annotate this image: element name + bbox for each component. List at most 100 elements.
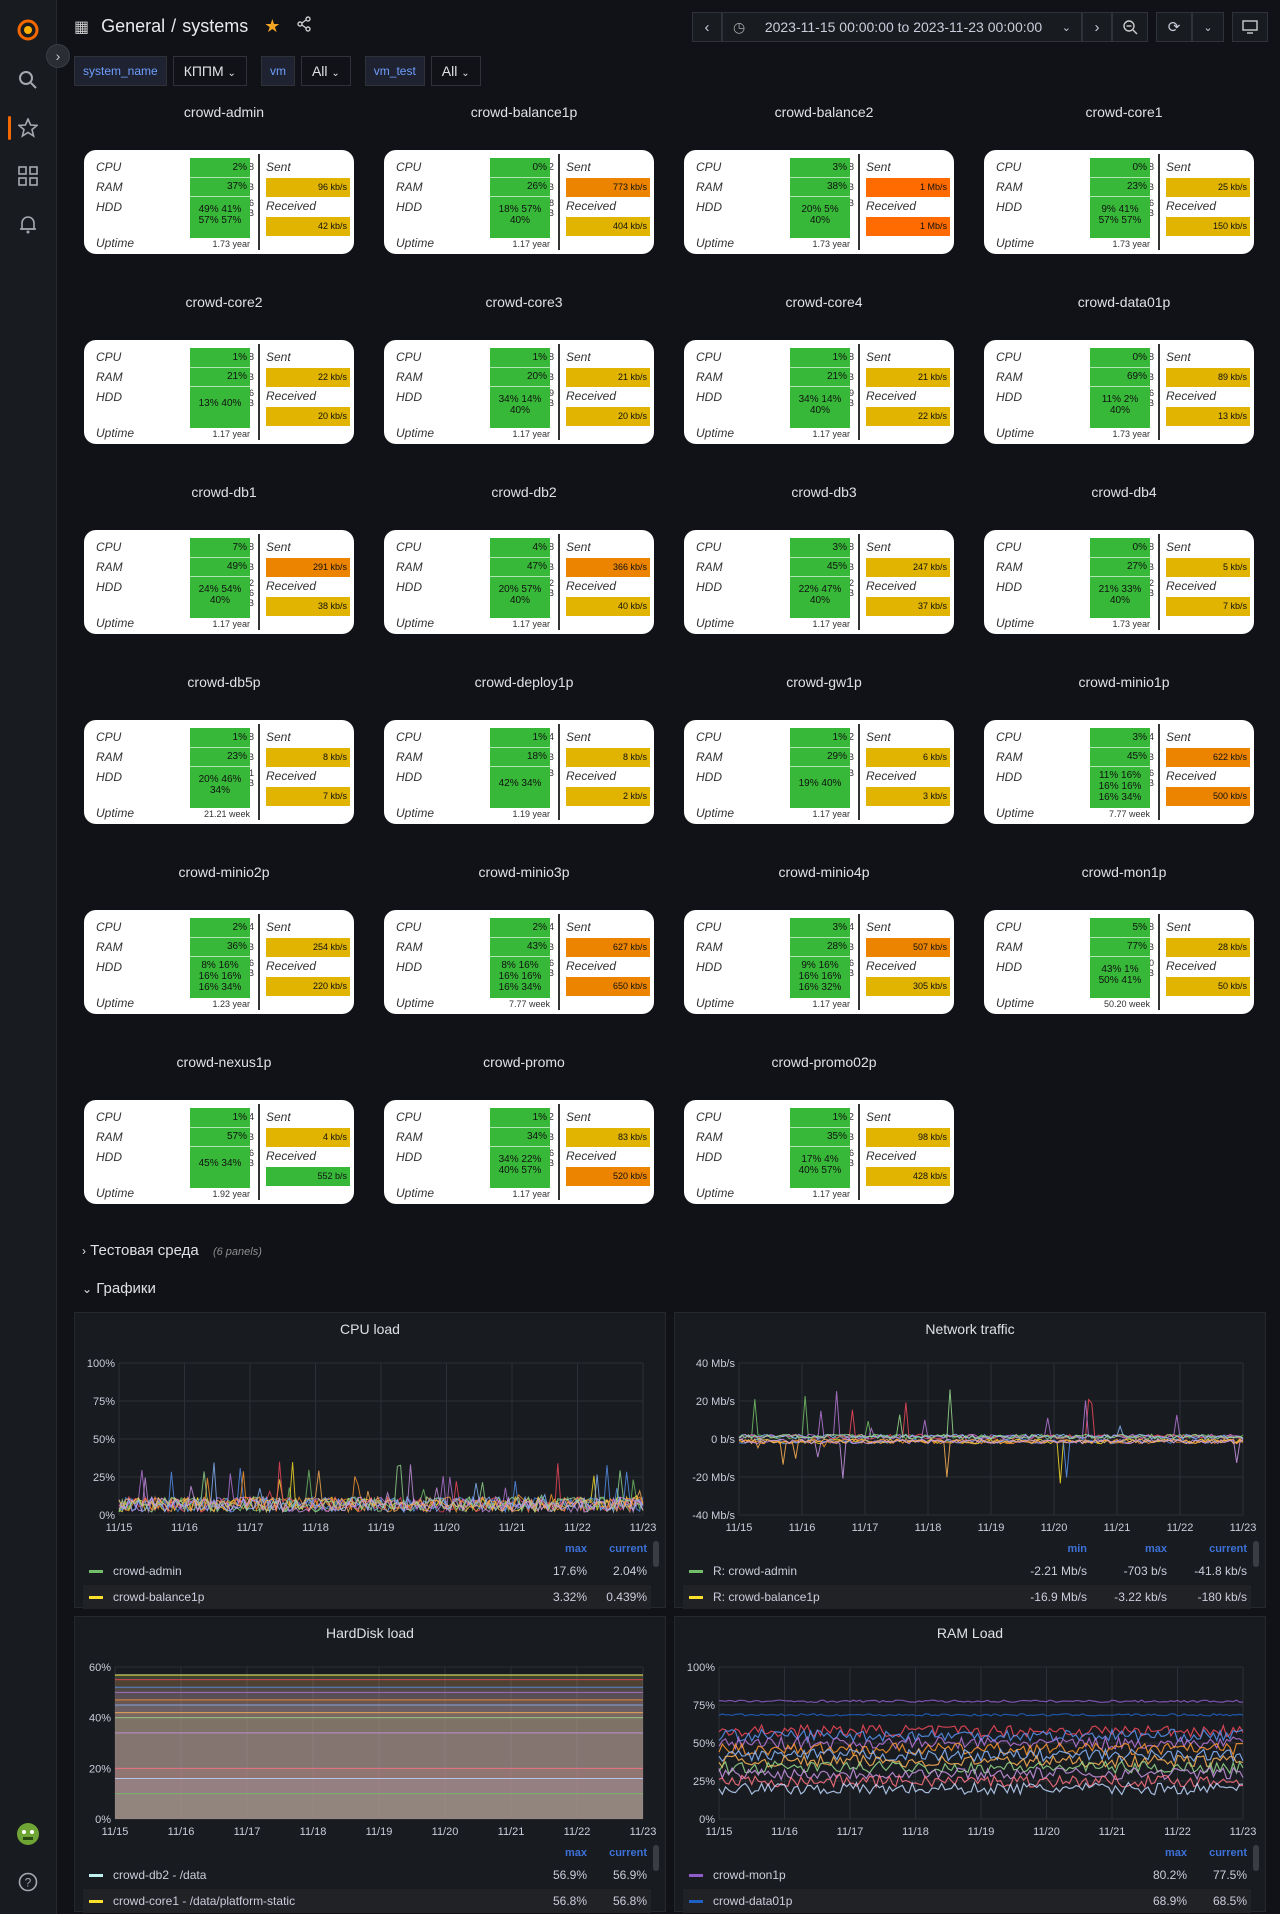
system-card[interactable]: CPURAMHDD815 GiB512GiB4%47%20% 57%40%Sen…	[384, 530, 654, 634]
system-card[interactable]: CPURAMHDD48 GiB96 GiB1%18%42% 34%Sent8 k…	[384, 720, 654, 824]
starred-icon[interactable]	[16, 116, 40, 140]
hdd-label: HDD	[696, 960, 722, 974]
legend-scrollbar[interactable]	[1253, 1541, 1259, 1567]
system-card[interactable]: CPURAMHDD88 GiB146GiB0%69%11% 2%40%Sent8…	[984, 340, 1254, 444]
legend-header[interactable]: current	[1191, 1847, 1247, 1859]
system-card[interactable]: CPURAMHDD48 GiB246GiB2%43%8% 16%16% 16%1…	[384, 910, 654, 1014]
legend-row[interactable]: crowd-core1 - /data/platform-static 56.8%…	[83, 1889, 651, 1913]
system-card[interactable]: CPURAMHDD810 GiB60 GiB3%38%20% 5%40%Sent…	[684, 150, 954, 254]
cpu-label: CPU	[696, 160, 722, 174]
system-card[interactable]: CPURAMHDD815 GiB512196GiB7%49%24% 54%40%…	[84, 530, 354, 634]
variables-bar: system_name КППМ ⌄ vm All ⌄ vm_test All …	[74, 56, 481, 86]
system-card[interactable]: CPURAMHDD815 GiB119GiB1%20%34% 14%40%Sen…	[384, 340, 654, 444]
refresh-interval-dropdown[interactable]: ⌄	[1192, 12, 1224, 42]
zoom-out-button[interactable]	[1112, 12, 1148, 42]
legend-scrollbar[interactable]	[653, 1845, 659, 1871]
system-card[interactable]: CPURAMHDD815 GiB512GiB0%27%21% 33%40%Sen…	[984, 530, 1254, 634]
dashboards-icon[interactable]	[16, 164, 40, 188]
tv-mode-button[interactable]	[1232, 12, 1268, 42]
hdd-label: HDD	[96, 580, 122, 594]
row-graphs[interactable]: ⌄ Графики	[82, 1280, 156, 1297]
chart-panel[interactable]: RAM Load 100% 75% 50% 25% 0% 11/15 11/16 11/17 11…	[674, 1616, 1266, 1913]
divider	[190, 1146, 250, 1147]
legend-header[interactable]: current	[1171, 1543, 1247, 1555]
help-icon[interactable]: ?	[16, 1870, 40, 1894]
system-card[interactable]: CPURAMHDD815 GiB196GiB1%21%13% 40%Sent22…	[84, 340, 354, 444]
system-card[interactable]: CPURAMHDD22 GiB46 GiB1%29%19% 40%Sent6 k…	[684, 720, 954, 824]
favorite-star-icon[interactable]: ★	[264, 16, 280, 37]
system-card[interactable]: CPURAMHDD48 GiB246GiB2%36%8% 16%16% 16%1…	[84, 910, 354, 1014]
legend-header[interactable]: max	[531, 1847, 587, 1859]
system-card[interactable]: CPURAMHDD815 GiB321GiB1%23%20% 46%34%Sen…	[84, 720, 354, 824]
ram-label: RAM	[96, 180, 123, 194]
var-vm-select[interactable]: All ⌄	[300, 56, 351, 86]
legend-header[interactable]: current	[591, 1543, 647, 1555]
system-card[interactable]: CPURAMHDD128 GiB408GiB0%26%18% 57%40%Sen…	[384, 150, 654, 254]
series-name: crowd-data01p	[713, 1894, 793, 1908]
chart-panel[interactable]: Network traffic 40 Mb/s 20 Mb/s 0 b/s -20 Mb…	[674, 1312, 1266, 1609]
legend-row[interactable]: R: crowd-admin -2.21 Mb/s -703 b/s -41.8 kb…	[683, 1559, 1251, 1583]
breadcrumb-root[interactable]: General	[101, 16, 165, 37]
legend-scrollbar[interactable]	[653, 1541, 659, 1567]
divider	[258, 724, 260, 820]
legend-row[interactable]: crowd-mon1p 80.2% 77.5%	[683, 1863, 1251, 1887]
uptime-label: Uptime	[396, 236, 435, 250]
x-tick-label: 11/21	[1104, 1522, 1131, 1534]
legend-header[interactable]: min	[1011, 1543, 1087, 1555]
cpu-percent: 3%	[832, 162, 847, 173]
var-system-name-select[interactable]: КППМ ⌄	[172, 56, 247, 86]
system-card[interactable]: CPURAMHDD815 GiB119GiB1%21%34% 14%40%Sen…	[684, 340, 954, 444]
sent-value: 25 kb/s	[1166, 178, 1250, 197]
x-tick-label: 11/16	[171, 1522, 198, 1534]
expand-menu-button[interactable]: ›	[46, 44, 70, 68]
legend-header[interactable]: max	[1131, 1847, 1187, 1859]
system-card[interactable]: CPURAMHDD815 GiB550GiB5%77%43% 1%50% 41%…	[984, 910, 1254, 1014]
legend-row[interactable]: crowd-balance1p 3.32% 0.439%	[83, 1585, 651, 1609]
search-icon[interactable]	[16, 68, 40, 92]
share-icon[interactable]	[296, 16, 312, 37]
var-vm-test-select[interactable]: All ⌄	[430, 56, 481, 86]
user-avatar[interactable]	[16, 1822, 40, 1846]
time-range-picker[interactable]: ◷ 2023-11-15 00:00:00 to 2023-11-23 00:0…	[722, 12, 1082, 42]
received-value: 220 kb/s	[266, 977, 350, 996]
chart-panel[interactable]: CPU load 100% 75% 50% 25% 0% 11/15 11/16 11/17 11…	[74, 1312, 666, 1609]
legend-header[interactable]: max	[531, 1543, 587, 1555]
received-value: 520 kb/s	[566, 1167, 650, 1186]
row-test-env[interactable]: › Тестовая среда (6 panels)	[82, 1242, 262, 1259]
divider	[858, 914, 860, 1010]
breadcrumb-page[interactable]: systems	[182, 16, 248, 37]
system-card[interactable]: CPURAMHDD815 GiB916GiB0%23%9% 41%57% 57%…	[984, 150, 1254, 254]
divider	[858, 154, 860, 250]
legend-header[interactable]: current	[591, 1847, 647, 1859]
series-stat: 80.2%	[1152, 1868, 1187, 1882]
system-card[interactable]: CPURAMHDD815 GiB512GiB3%45%22% 47%40%Sen…	[684, 530, 954, 634]
chart-panel[interactable]: HardDisk load 60% 40% 20% 0% 11/15 11/16 11/17 1…	[74, 1616, 666, 1913]
legend-row[interactable]: crowd-db2 - /data 56.9% 56.9%	[83, 1863, 651, 1887]
uptime-label: Uptime	[96, 1186, 135, 1200]
system-card[interactable]: CPURAMHDD1212 GiB726GiB1%35%17% 4%40% 57…	[684, 1100, 954, 1204]
legend-scrollbar[interactable]	[1253, 1845, 1259, 1871]
legend-row[interactable]: crowd-data01p 68.9% 68.5%	[683, 1889, 1251, 1913]
legend-row[interactable]: crowd-admin 17.6% 2.04%	[83, 1559, 651, 1583]
time-forward-button[interactable]: ›	[1082, 12, 1112, 42]
alerting-bell-icon[interactable]	[16, 212, 40, 236]
system-card[interactable]: CPURAMHDD48 GiB196GiB1%57%45% 34%Sent4 k…	[84, 1100, 354, 1204]
divider	[558, 914, 560, 1010]
refresh-button[interactable]: ⟳	[1156, 12, 1192, 42]
system-card[interactable]: CPURAMHDD48 GiB246GiB3%28%9% 16%16% 16%1…	[684, 910, 954, 1014]
x-tick-label: 11/21	[1099, 1826, 1126, 1838]
legend-header[interactable]: max	[1091, 1543, 1167, 1555]
system-card[interactable]: CPURAMHDD1212 GiB456GiB1%34%34% 22%40% 5…	[384, 1100, 654, 1204]
received-value: 305 kb/s	[866, 977, 950, 996]
system-card[interactable]: CPURAMHDD812 GiB816GiB2%37%49% 41%57% 57…	[84, 150, 354, 254]
x-tick-label: 11/18	[915, 1522, 942, 1534]
grafana-logo-icon[interactable]	[16, 18, 40, 42]
sent-label: Sent	[266, 540, 291, 554]
system-card[interactable]: CPURAMHDD48 GiB246GiB3%45%11% 16%16% 16%…	[984, 720, 1254, 824]
sent-value: 5 kb/s	[1166, 558, 1250, 577]
received-value: 650 kb/s	[566, 977, 650, 996]
legend-row[interactable]: R: crowd-balance1p -16.9 Mb/s -3.22 kb/s -1…	[683, 1585, 1251, 1609]
uptime-value: 1.73 year	[1112, 429, 1150, 439]
time-back-button[interactable]: ‹	[692, 12, 722, 42]
divider	[490, 367, 550, 368]
